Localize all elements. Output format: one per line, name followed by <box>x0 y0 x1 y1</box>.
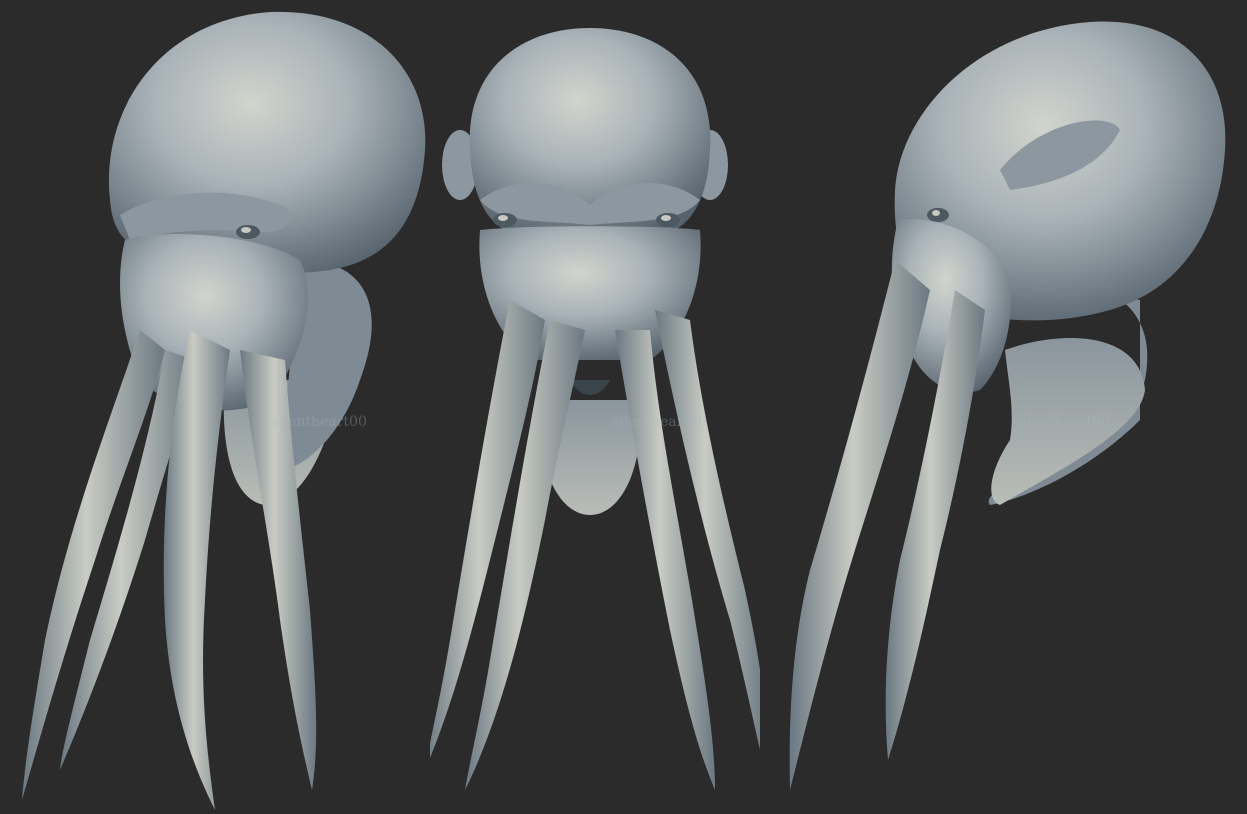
right-eye-highlight <box>661 215 671 221</box>
three-quarter-sculpt <box>22 11 426 810</box>
sculpt-viewport: silentheart00 silentheart00 silentheart0… <box>0 0 1247 814</box>
front-view <box>430 0 760 814</box>
eye-highlight <box>932 210 940 216</box>
eye-highlight <box>241 227 251 233</box>
front-sculpt <box>430 28 760 790</box>
three-quarter-view <box>0 0 440 814</box>
left-eye-highlight <box>498 215 508 221</box>
jaw-plate <box>991 338 1145 505</box>
side-view <box>760 0 1247 814</box>
side-sculpt <box>789 21 1226 790</box>
tentacle-1 <box>22 330 165 800</box>
mouth-shadow <box>570 380 610 395</box>
